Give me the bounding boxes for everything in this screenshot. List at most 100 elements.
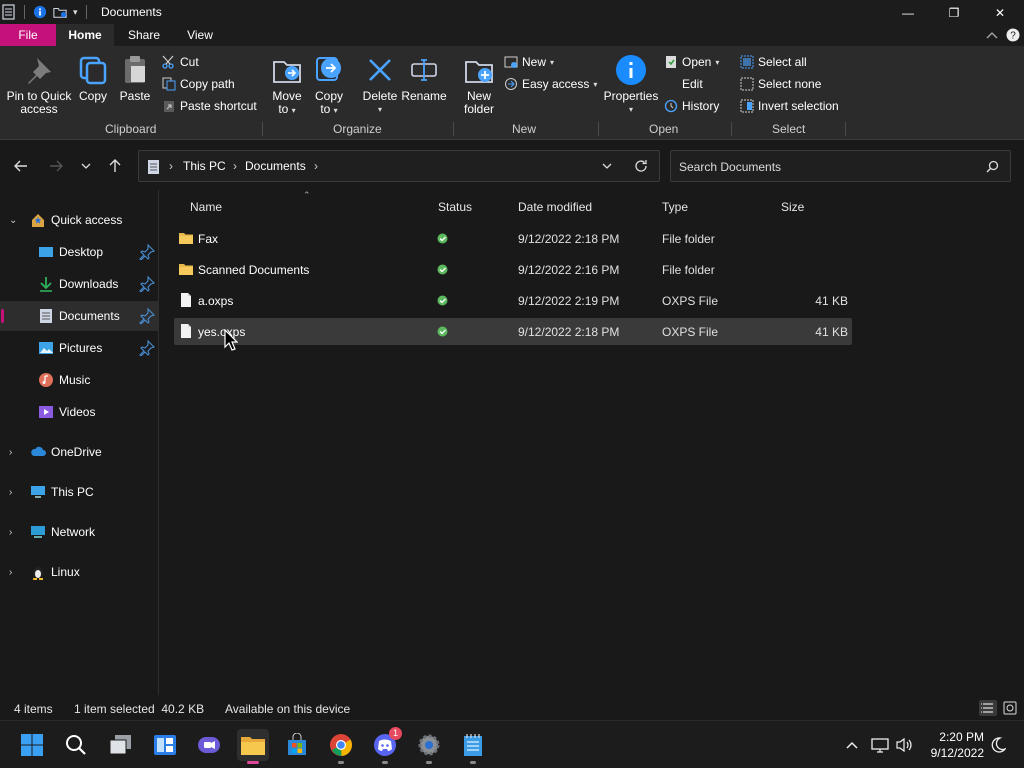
customize-toolbar-chevron-icon[interactable]: ▾ (73, 7, 78, 18)
tab-view[interactable]: View (172, 24, 228, 46)
breadcrumb-documents[interactable]: Documents (245, 159, 306, 173)
easy-access-button[interactable]: Easy access ▾ (504, 74, 597, 94)
close-button[interactable]: ✕ (977, 0, 1023, 26)
new-folder-button[interactable]: New folder (460, 54, 498, 116)
minimize-button[interactable]: — (885, 0, 931, 26)
table-row-selected[interactable]: yes.oxps 9/12/2022 2:18 PM OXPS File 41 … (174, 318, 852, 345)
details-view-icon[interactable] (979, 700, 997, 716)
tab-file[interactable]: File (0, 24, 56, 46)
selection-info: 1 item selected 40.2 KB (74, 702, 205, 716)
network-tray-button[interactable] (870, 735, 890, 755)
open-button[interactable]: Open ▾ (664, 52, 719, 72)
teams-chat-button[interactable] (193, 729, 225, 761)
copy-to-button[interactable]: Copy to ▾ (312, 54, 346, 117)
refresh-icon[interactable] (634, 159, 648, 173)
network-icon (871, 738, 889, 753)
file-name: a.oxps (198, 294, 234, 308)
large-icons-view-icon[interactable] (1001, 700, 1019, 716)
copy-button[interactable]: Copy (76, 54, 110, 103)
microsoft-store-button[interactable] (281, 729, 313, 761)
settings-button[interactable] (413, 729, 445, 764)
pin-icon[interactable] (139, 276, 155, 292)
widgets-button[interactable] (149, 729, 181, 761)
history-button[interactable]: History (664, 96, 719, 116)
selection-indicator (1, 309, 4, 323)
expanded-chevron-icon[interactable]: ⌄ (9, 215, 17, 226)
properties-icon[interactable] (33, 4, 47, 20)
start-button[interactable] (16, 729, 48, 761)
column-header-status[interactable]: Status (438, 200, 472, 214)
notepad-button[interactable] (457, 729, 489, 764)
edit-button[interactable]: Edit (682, 74, 703, 94)
properties-button[interactable]: Properties ▾ (602, 54, 660, 116)
focus-assist-button[interactable] (988, 735, 1008, 755)
invert-selection-button[interactable]: Invert selection (740, 96, 839, 116)
recent-locations-button[interactable] (75, 155, 97, 177)
sidebar-item-documents[interactable]: Documents (0, 301, 158, 331)
table-row[interactable]: a.oxps 9/12/2022 2:19 PM OXPS File 41 KB (174, 287, 852, 314)
new-folder-icon[interactable] (53, 4, 67, 20)
paste-button[interactable]: Paste (118, 54, 152, 103)
collapsed-chevron-icon[interactable]: › (9, 447, 12, 458)
up-button[interactable] (104, 155, 126, 177)
gear-icon (418, 734, 440, 756)
sidebar-item-desktop[interactable]: Desktop (0, 237, 158, 267)
pin-icon[interactable] (139, 244, 155, 260)
sidebar-item-quick-access[interactable]: ⌄ Quick access (0, 205, 158, 235)
file-explorer-taskbar-button[interactable] (237, 729, 269, 764)
search-icon[interactable] (986, 160, 999, 173)
breadcrumb-this-pc[interactable]: This PC (183, 159, 226, 173)
delete-button[interactable]: Delete ▾ (362, 54, 398, 116)
file-name: Scanned Documents (198, 263, 310, 277)
pin-icon[interactable] (139, 308, 155, 324)
search-box[interactable] (670, 150, 1011, 182)
discord-button[interactable]: 1 (369, 727, 402, 764)
sidebar-item-onedrive[interactable]: › OneDrive (0, 437, 158, 467)
rename-button[interactable]: Rename (401, 54, 447, 103)
search-input[interactable] (679, 158, 979, 176)
sidebar-item-this-pc[interactable]: › This PC (0, 477, 158, 507)
maximize-button[interactable]: ❐ (931, 0, 977, 26)
column-header-size[interactable]: Size (781, 200, 804, 214)
sidebar-item-videos[interactable]: Videos (0, 397, 158, 427)
sidebar-item-music[interactable]: Music (0, 365, 158, 395)
sidebar-item-linux[interactable]: › Linux (0, 557, 158, 587)
column-header-type[interactable]: Type (662, 200, 688, 214)
cut-button[interactable]: Cut (162, 52, 199, 72)
column-header-date-modified[interactable]: Date modified (518, 200, 592, 214)
collapsed-chevron-icon[interactable]: › (9, 487, 12, 498)
table-row[interactable]: Scanned Documents 9/12/2022 2:16 PM File… (174, 256, 852, 283)
move-to-button[interactable]: Move to ▾ (270, 54, 304, 117)
sidebar-item-downloads[interactable]: Downloads (0, 269, 158, 299)
clock[interactable]: 2:20 PM 9/12/2022 (920, 729, 984, 761)
pin-icon[interactable] (139, 340, 155, 356)
collapsed-chevron-icon[interactable]: › (9, 527, 12, 538)
sidebar-item-pictures[interactable]: Pictures (0, 333, 158, 363)
pin-to-quick-access-button[interactable]: Pin to Quick access (6, 54, 72, 116)
collapsed-chevron-icon[interactable]: › (9, 567, 12, 578)
paste-label: Paste (119, 89, 151, 103)
volume-tray-button[interactable] (894, 735, 914, 755)
select-none-button[interactable]: Select none (740, 74, 821, 94)
column-header-name[interactable]: Name (190, 200, 222, 214)
new-item-button[interactable]: New ▾ (504, 52, 554, 72)
back-button[interactable] (10, 155, 32, 177)
search-taskbar-button[interactable] (60, 729, 92, 761)
minimize-ribbon-chevron-icon[interactable] (982, 24, 1002, 46)
sidebar-item-network[interactable]: › Network (0, 517, 158, 547)
copy-path-button[interactable]: Copy path (162, 74, 235, 94)
ribbon: Pin to Quick access Copy Paste Cut Copy … (0, 46, 1024, 140)
chrome-button[interactable] (325, 729, 357, 764)
tab-home[interactable]: Home (56, 24, 114, 46)
table-row[interactable]: Fax 9/12/2022 2:18 PM File folder (174, 225, 852, 252)
file-type: File folder (662, 232, 715, 246)
help-button[interactable]: ? (1003, 24, 1023, 46)
select-all-button[interactable]: Select all (740, 52, 807, 72)
address-history-chevron-icon[interactable] (602, 163, 612, 170)
task-view-button[interactable] (105, 729, 137, 761)
paste-shortcut-button[interactable]: Paste shortcut (162, 96, 257, 116)
show-hidden-icons-button[interactable] (842, 735, 862, 755)
tab-share[interactable]: Share (116, 24, 172, 46)
forward-button[interactable] (45, 155, 67, 177)
address-bar[interactable]: › This PC › Documents › (138, 150, 660, 182)
